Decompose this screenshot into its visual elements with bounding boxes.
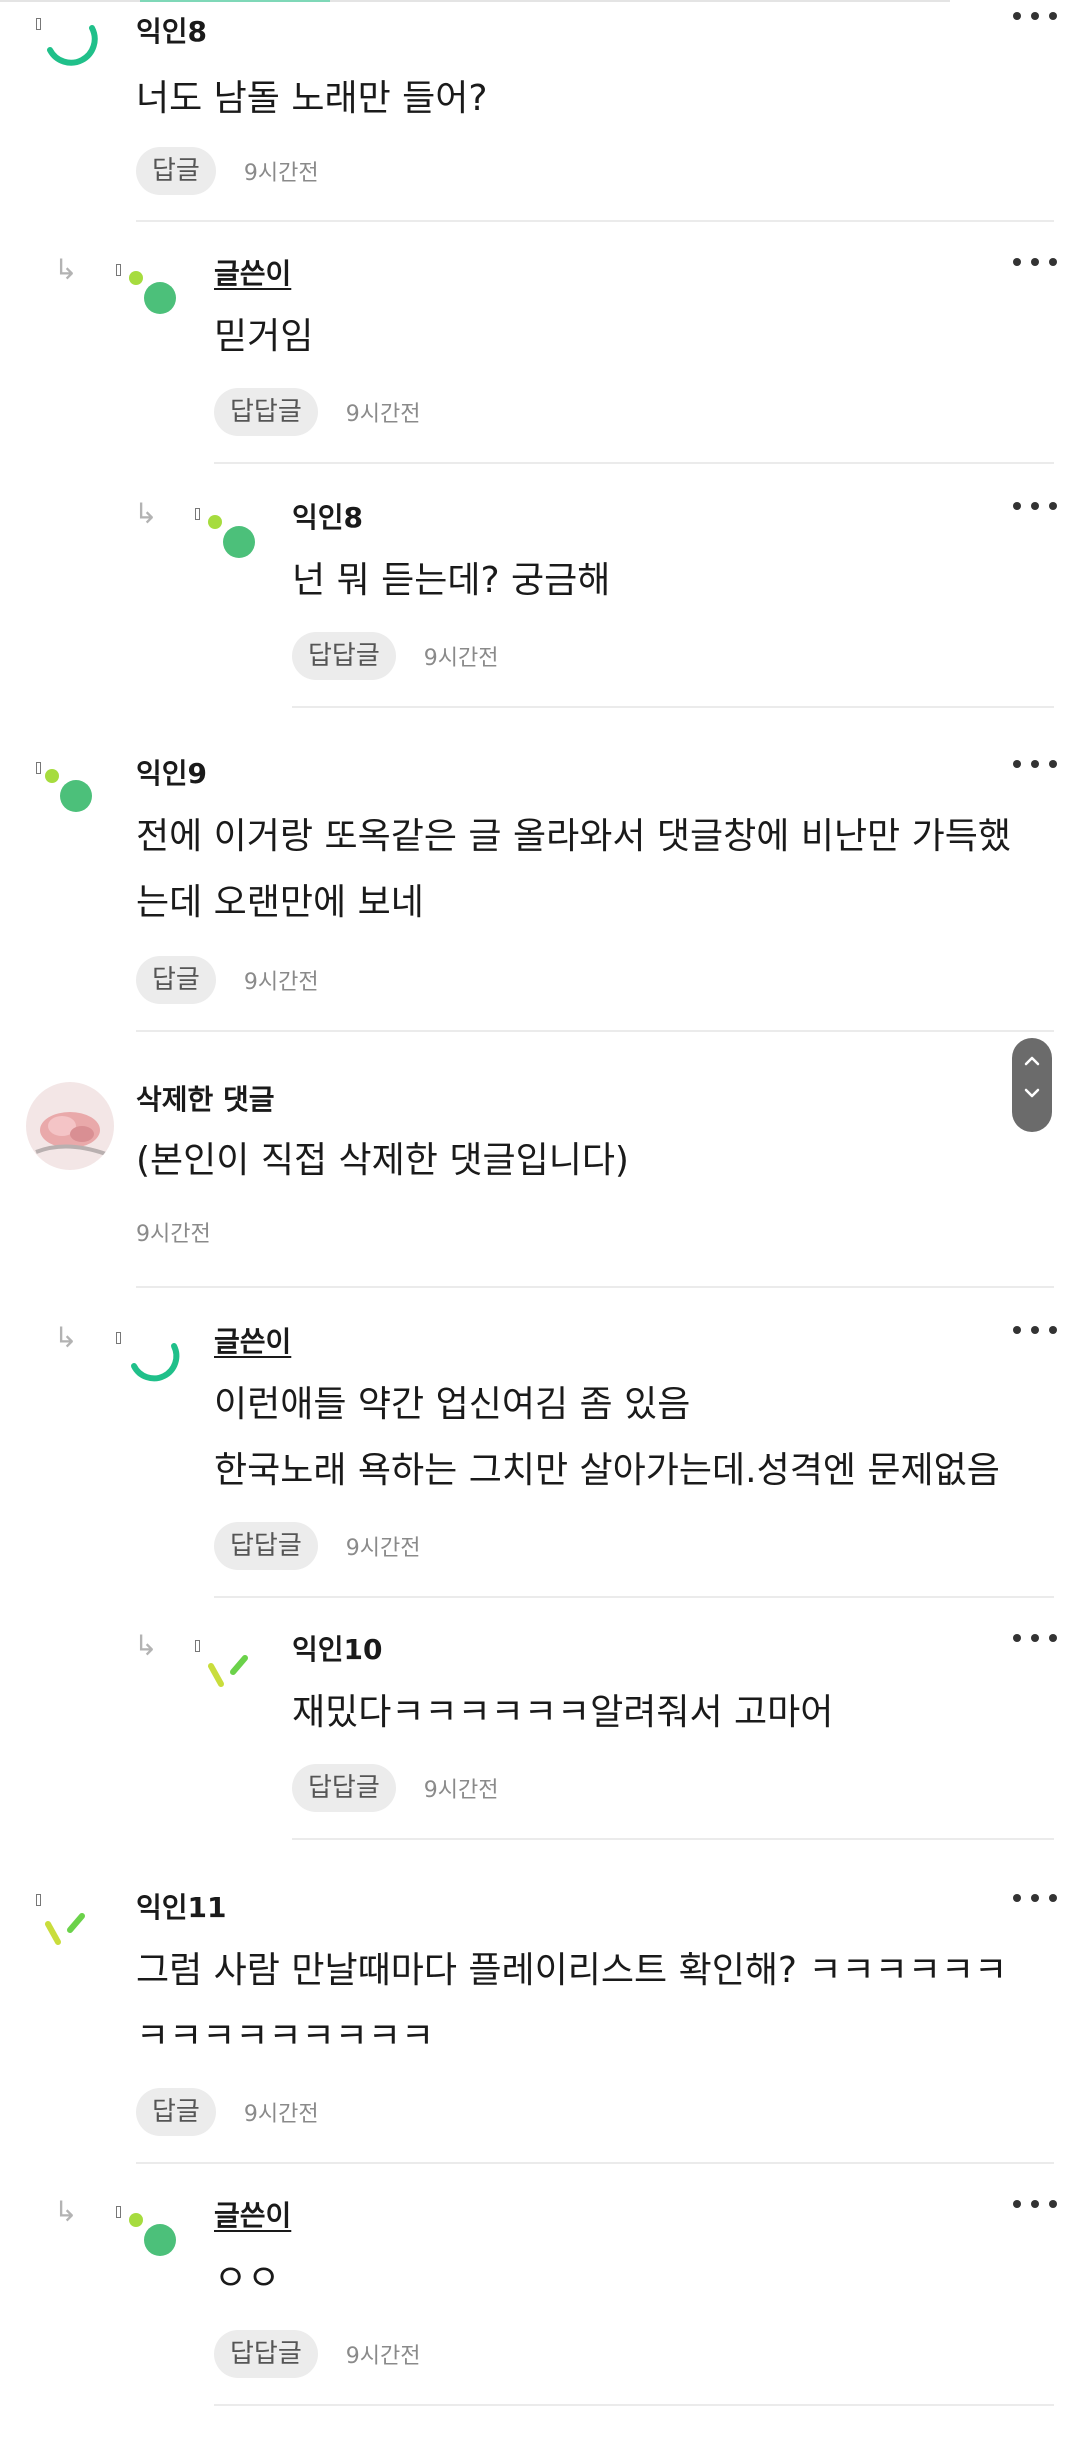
timestamp: 9시간전 [345,2344,421,2369]
comment-text: 넌 뭐 듣는데? 궁금해 [292,560,611,601]
reply-arrow-icon: ↳ [54,2195,78,2228]
comment-author[interactable]: 글쓴이 [214,2198,291,2234]
comment-divider [292,706,1054,708]
reply-button[interactable]: 답답글 [292,1764,396,1812]
comment-author[interactable]: 글쓴이 [214,256,291,292]
avatar[interactable] [40,760,98,818]
comment-text: 너도 남돌 노래만 들어? [136,78,488,119]
timestamp: 9시간전 [243,161,319,186]
comment-item: 익인11 그럼 사람 만날때마다 플레이리스트 확인해? ㅋㅋㅋㅋㅋㅋ ㅋㅋㅋㅋ… [0,1872,1079,2168]
comment-author[interactable]: 익인10 [292,1632,383,1668]
user-badge-icon [116,1332,121,1344]
avatar[interactable] [124,262,182,320]
comment-author[interactable]: 익인8 [292,500,363,536]
comment-item: 익인8 너도 남돌 노래만 들어? 답글 9시간전 [0,0,1079,222]
avatar[interactable] [26,1082,114,1170]
user-badge-icon [116,2206,121,2218]
comment-text-line2: 한국노래 욕하는 그치만 살아가는데.성격엔 문제없음 [214,1450,1000,1491]
scroll-up-icon[interactable] [1012,1038,1052,1068]
reply-button[interactable]: 답답글 [214,388,318,436]
comment-author[interactable]: 익인11 [136,1890,227,1926]
reply-button[interactable]: 답글 [136,147,216,195]
more-options-icon[interactable] [1013,754,1057,774]
reply-button[interactable]: 답답글 [292,632,396,680]
avatar[interactable] [40,10,98,68]
comment-item: ↳ 글쓴이 ㅇㅇ 답답글 9시간전 [0,2180,1079,2446]
comment-author: 삭제한 댓글 [136,1083,275,1116]
user-badge-icon [195,508,200,520]
reply-arrow-icon: ↳ [54,253,78,286]
reply-button[interactable]: 답글 [136,2088,216,2136]
comment-text-line2: ㅋㅋㅋㅋㅋㅋㅋㅋㅋ [136,2016,435,2057]
more-options-icon[interactable] [1013,1628,1057,1648]
more-options-icon[interactable] [1013,1888,1057,1908]
comment-text: ㅇㅇ [214,2258,281,2299]
comment-item: 삭제한 댓글 (본인이 직접 삭제한 댓글입니다) 9시간전 [0,1068,1079,1290]
comment-divider [292,1838,1054,1840]
timestamp: 9시간전 [345,1536,421,1561]
more-options-icon[interactable] [1013,1320,1057,1340]
avatar[interactable] [124,2204,182,2262]
comment-text: 전에 이거랑 또옥같은 글 올라와서 댓글창에 비난만 가득했 [136,816,1011,857]
avatar[interactable] [40,1902,98,1960]
comment-divider [136,1286,1054,1288]
comment-divider [214,1596,1054,1598]
comment-item: ↳ 익인10 재밌다ㅋㅋㅋㅋㅋㅋ알려줘서 고마어 답답글 9시간전 [0,1614,1079,1842]
comment-divider [136,220,1054,222]
avatar[interactable] [124,1326,182,1384]
reply-arrow-icon: ↳ [54,1321,78,1354]
comment-item: ↳ 글쓴이 이런애들 약간 업신여김 좀 있음 한국노래 욕하는 그치만 살아가… [0,1306,1079,1602]
comment-text: (본인이 직접 삭제한 댓글입니다) [136,1140,629,1181]
comment-text: 믿거임 [214,316,314,357]
reply-button[interactable]: 답답글 [214,1522,318,1570]
user-badge-icon [195,1640,200,1652]
comment-divider [214,462,1054,464]
more-options-icon[interactable] [1013,2194,1057,2214]
comment-author[interactable]: 글쓴이 [214,1324,291,1360]
comment-author[interactable]: 익인9 [136,756,207,792]
comment-divider [214,2404,1054,2406]
avatar[interactable] [203,1644,261,1702]
timestamp: 9시간전 [243,2102,319,2127]
reply-button[interactable]: 답글 [136,956,216,1004]
timestamp: 9시간전 [423,646,499,671]
reply-arrow-icon: ↳ [134,497,158,530]
avatar[interactable] [203,506,261,564]
timestamp: 9시간전 [345,402,421,427]
user-badge-icon [116,264,121,276]
comment-item: 익인9 전에 이거랑 또옥같은 글 올라와서 댓글창에 비난만 가득했 는데 오… [0,740,1079,1032]
more-options-icon[interactable] [1013,496,1057,516]
comment-divider [136,2162,1054,2164]
more-options-icon[interactable] [1013,6,1057,26]
comment-divider [136,1030,1054,1032]
comment-item: ↳ 글쓴이 믿거임 답답글 9시간전 [0,238,1079,466]
comment-item: ↳ 익인8 넌 뭐 듣는데? 궁금해 답답글 9시간전 [0,482,1079,710]
comment-text: 이런애들 약간 업신여김 좀 있음 [214,1384,691,1425]
comment-text: 그럼 사람 만날때마다 플레이리스트 확인해? ㅋㅋㅋㅋㅋㅋ [136,1950,1008,1991]
comment-text: 재밌다ㅋㅋㅋㅋㅋㅋ알려줘서 고마어 [292,1692,834,1733]
comment-text-line2: 는데 오랜만에 보네 [136,882,424,923]
comment-author[interactable]: 익인8 [136,14,207,50]
timestamp: 9시간전 [136,1222,211,1247]
reply-button[interactable]: 답답글 [214,2330,318,2378]
reply-arrow-icon: ↳ [134,1629,158,1662]
timestamp: 9시간전 [423,1778,499,1803]
more-options-icon[interactable] [1013,252,1057,272]
timestamp: 9시간전 [243,970,319,995]
